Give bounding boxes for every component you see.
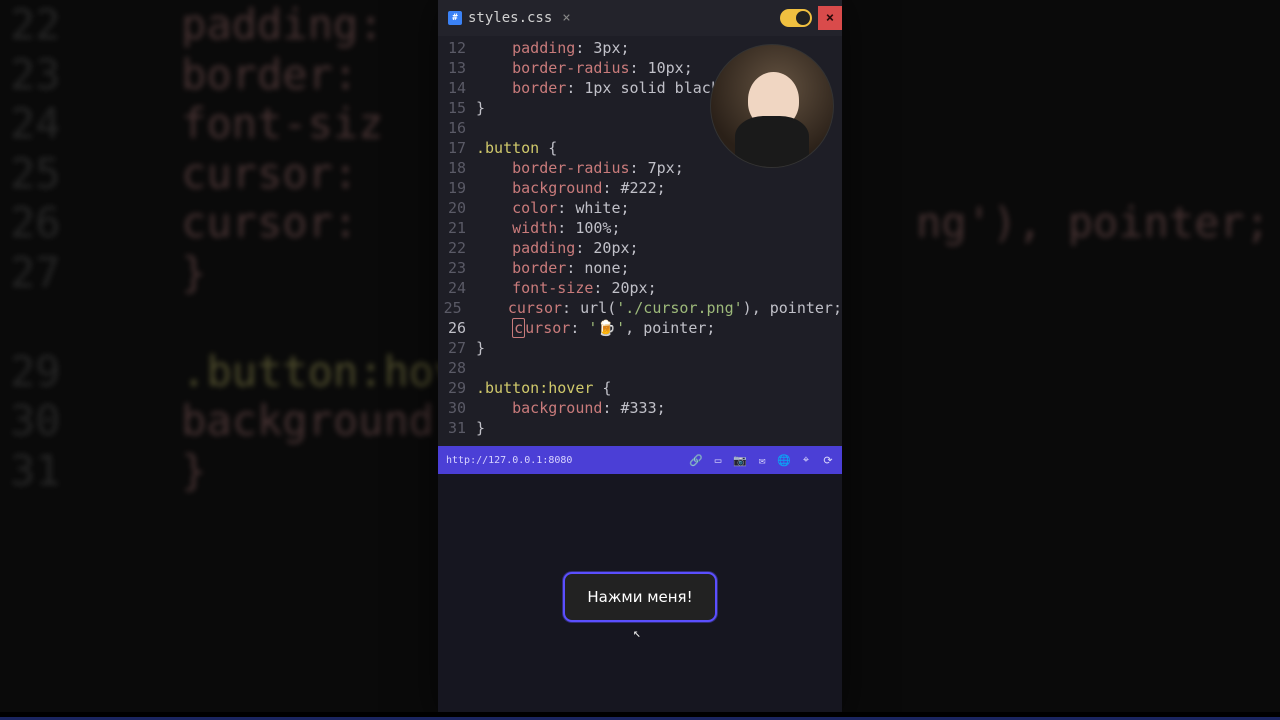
line-number: 17: [438, 138, 476, 158]
globe-icon[interactable]: 🌐: [778, 454, 790, 466]
code-content: .button:hover {: [476, 378, 611, 398]
code-content: }: [476, 98, 485, 118]
code-content: background: #333;: [476, 398, 666, 418]
target-icon[interactable]: ⌖: [800, 454, 812, 466]
code-line[interactable]: 24 font-size: 20px;: [438, 278, 842, 298]
line-number: 26: [438, 318, 476, 338]
editor-tabbar: # styles.css × ×: [438, 0, 842, 36]
code-line[interactable]: 20 color: white;: [438, 198, 842, 218]
theme-toggle[interactable]: [780, 9, 812, 27]
sync-icon[interactable]: ⟳: [822, 454, 834, 466]
line-number: 22: [438, 238, 476, 258]
line-number: 24: [438, 278, 476, 298]
line-number: 29: [438, 378, 476, 398]
line-number: 27: [438, 338, 476, 358]
code-content: padding: 20px;: [476, 238, 639, 258]
line-number: 14: [438, 78, 476, 98]
preview-url[interactable]: http://127.0.0.1:8080: [446, 455, 682, 466]
code-line[interactable]: 22 padding: 20px;: [438, 238, 842, 258]
code-content: border-radius: 10px;: [476, 58, 693, 78]
code-line[interactable]: 23 border: none;: [438, 258, 842, 278]
window-close-button[interactable]: ×: [818, 6, 842, 30]
code-content: }: [476, 418, 485, 438]
file-tab[interactable]: # styles.css ×: [438, 0, 581, 36]
line-number: 13: [438, 58, 476, 78]
mouse-pointer-icon: ↖: [633, 626, 641, 641]
code-content: cursor: '🍺', pointer;: [476, 318, 715, 338]
device-icon[interactable]: ▭: [712, 454, 724, 466]
line-number: 25: [438, 298, 472, 318]
preview-toolbar: http://127.0.0.1:8080 🔗 ▭ 📷 ✉ 🌐 ⌖ ⟳: [438, 446, 842, 474]
code-line[interactable]: 26 cursor: '🍺', pointer;: [438, 318, 842, 338]
line-number: 30: [438, 398, 476, 418]
preview-viewport: Нажми меня! ↖: [438, 474, 842, 720]
code-line[interactable]: 21 width: 100%;: [438, 218, 842, 238]
code-line[interactable]: 27}: [438, 338, 842, 358]
code-line[interactable]: 19 background: #222;: [438, 178, 842, 198]
webcam-overlay: [710, 44, 834, 168]
code-content: border: none;: [476, 258, 630, 278]
link-icon[interactable]: 🔗: [690, 454, 702, 466]
code-line[interactable]: 28: [438, 358, 842, 378]
code-content: color: white;: [476, 198, 630, 218]
css-file-icon: #: [448, 11, 462, 25]
code-content: }: [476, 338, 485, 358]
tab-close-icon[interactable]: ×: [562, 10, 570, 26]
preview-icon-group: 🔗 ▭ 📷 ✉ 🌐 ⌖ ⟳: [690, 454, 834, 466]
line-number: 12: [438, 38, 476, 58]
code-content: background: #222;: [476, 178, 666, 198]
code-content: border: 1px solid black;: [476, 78, 729, 98]
code-content: width: 100%;: [476, 218, 621, 238]
line-number: 23: [438, 258, 476, 278]
code-line[interactable]: 31}: [438, 418, 842, 438]
code-line[interactable]: 29.button:hover {: [438, 378, 842, 398]
line-number: 28: [438, 358, 476, 378]
camera-icon[interactable]: 📷: [734, 454, 746, 466]
mail-icon[interactable]: ✉: [756, 454, 768, 466]
code-content: .button {: [476, 138, 557, 158]
line-number: 31: [438, 418, 476, 438]
demo-button[interactable]: Нажми меня!: [563, 572, 716, 622]
line-number: 18: [438, 158, 476, 178]
line-number: 21: [438, 218, 476, 238]
line-number: 20: [438, 198, 476, 218]
line-number: 15: [438, 98, 476, 118]
code-content: cursor: url('./cursor.png'), pointer;: [472, 298, 842, 318]
file-tab-label: styles.css: [468, 10, 552, 26]
line-number: 19: [438, 178, 476, 198]
close-icon: ×: [826, 10, 834, 26]
code-line[interactable]: 25 cursor: url('./cursor.png'), pointer;: [438, 298, 842, 318]
line-number: 16: [438, 118, 476, 138]
code-content: padding: 3px;: [476, 38, 630, 58]
editor-preview-column: # styles.css × × 12 padding: 3px;13 bord…: [438, 0, 842, 720]
code-content: border-radius: 7px;: [476, 158, 684, 178]
code-line[interactable]: 30 background: #333;: [438, 398, 842, 418]
code-content: font-size: 20px;: [476, 278, 657, 298]
